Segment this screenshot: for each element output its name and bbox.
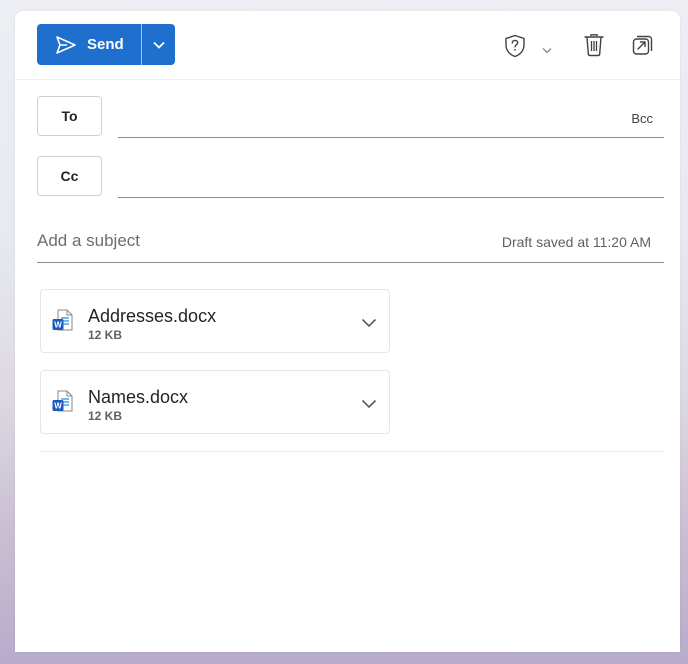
bcc-button[interactable]: Bcc — [631, 111, 653, 126]
cc-button[interactable]: Cc — [37, 156, 102, 196]
svg-text:W: W — [54, 321, 62, 330]
attachment-card[interactable]: W Addresses.docx 12 KB — [40, 289, 390, 353]
attachment-options-button[interactable] — [361, 315, 377, 333]
attachment-name: Names.docx — [88, 387, 189, 407]
attachment-size: 12 KB — [88, 409, 123, 423]
cc-field[interactable] — [118, 197, 664, 198]
sensitivity-button[interactable] — [504, 34, 526, 63]
send-split-button: Send — [37, 24, 175, 65]
chevron-down-icon — [542, 48, 552, 54]
sensitivity-dropdown[interactable] — [542, 41, 552, 59]
word-doc-icon: W — [52, 390, 74, 419]
sensitivity-shield-icon — [505, 34, 525, 58]
attachment-card[interactable]: W Names.docx 12 KB — [40, 370, 390, 434]
discard-button[interactable] — [583, 33, 605, 62]
subject-input[interactable] — [37, 231, 557, 251]
trash-icon — [584, 34, 604, 57]
send-label: Send — [87, 36, 124, 53]
subject-underline — [37, 262, 664, 263]
send-icon — [56, 35, 76, 54]
to-field[interactable] — [118, 137, 664, 138]
pop-out-button[interactable] — [632, 35, 653, 61]
attachment-options-button[interactable] — [361, 396, 377, 414]
attachment-size: 12 KB — [88, 328, 123, 342]
message-body[interactable] — [40, 461, 664, 641]
to-button[interactable]: To — [37, 96, 102, 136]
compose-toolbar: Send — [15, 11, 680, 80]
body-divider — [40, 451, 664, 452]
send-button[interactable]: Send — [37, 24, 141, 65]
pop-out-icon — [632, 35, 653, 55]
chevron-down-icon — [361, 399, 377, 409]
draft-status: Draft saved at 11:20 AM — [501, 234, 651, 250]
compose-panel: Send To Bcc Cc Add a subject Draft saved… — [15, 11, 680, 652]
chevron-down-icon — [361, 318, 377, 328]
chevron-down-icon — [152, 41, 165, 49]
word-doc-icon: W — [52, 309, 74, 338]
send-options-dropdown[interactable] — [142, 24, 175, 65]
svg-text:W: W — [54, 402, 62, 411]
attachment-name: Addresses.docx — [88, 306, 217, 326]
